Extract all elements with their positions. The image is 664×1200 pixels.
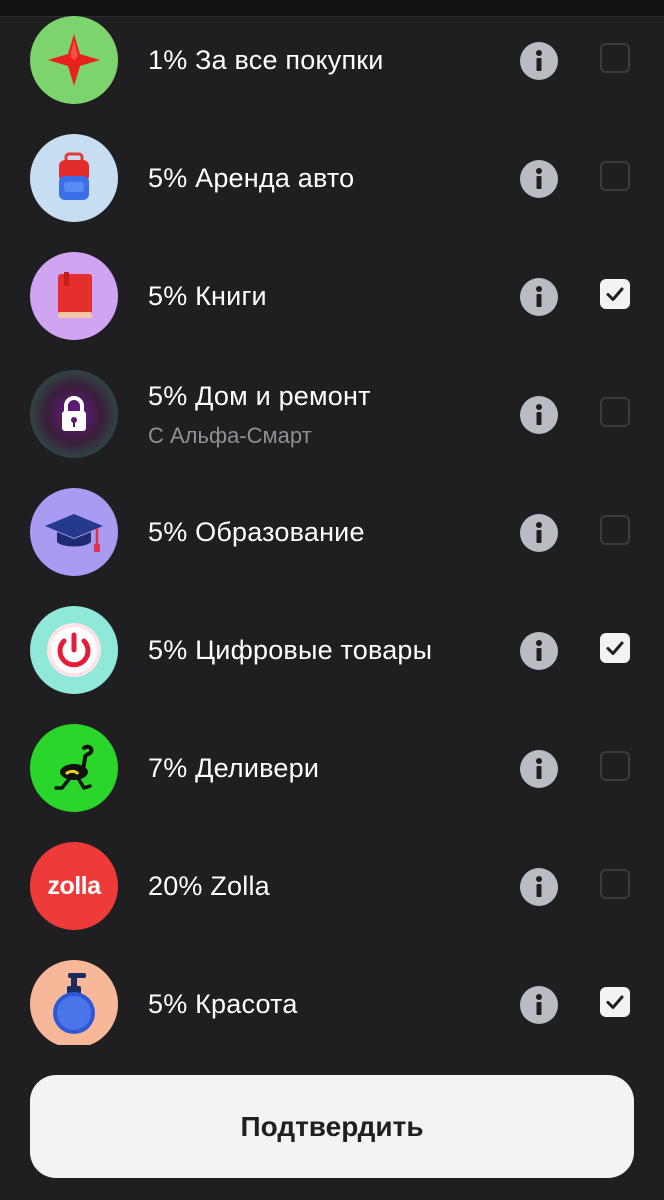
- power-icon: [30, 606, 118, 694]
- book-icon: [30, 252, 118, 340]
- info-icon[interactable]: [520, 160, 558, 198]
- category-checkbox[interactable]: [600, 43, 630, 73]
- category-checkbox[interactable]: [600, 515, 630, 545]
- suitcase-icon: [30, 134, 118, 222]
- item-label: 20% Zolla: [148, 871, 270, 901]
- info-icon[interactable]: [520, 750, 558, 788]
- info-icon[interactable]: [520, 632, 558, 670]
- item-label: 5% Книги: [148, 281, 267, 311]
- list-item[interactable]: 5% Образование: [0, 473, 664, 591]
- zolla-logo-text: zolla: [47, 871, 101, 900]
- info-icon[interactable]: [520, 986, 558, 1024]
- list-item[interactable]: 5% Книги: [0, 237, 664, 355]
- list-item[interactable]: zolla 20% Zolla: [0, 827, 664, 945]
- category-checkbox[interactable]: [600, 279, 630, 309]
- info-icon[interactable]: [520, 42, 558, 80]
- item-label: 5% Образование: [148, 517, 365, 547]
- item-label: 5% Аренда авто: [148, 163, 355, 193]
- item-label: 1% За все покупки: [148, 45, 384, 75]
- item-label: 5% Цифровые товары: [148, 635, 433, 665]
- list-item[interactable]: 5% Дом и ремонт С Альфа-Смарт: [0, 355, 664, 473]
- cashback-category-list: 1% За все покупки 5% Аренда авто 5% Книг…: [0, 0, 664, 1045]
- info-icon[interactable]: [520, 396, 558, 434]
- info-icon[interactable]: [520, 868, 558, 906]
- list-item[interactable]: 5% Аренда авто: [0, 119, 664, 237]
- list-item[interactable]: 5% Цифровые товары: [0, 591, 664, 709]
- list-item[interactable]: 7% Деливери: [0, 709, 664, 827]
- confirm-button[interactable]: Подтвердить: [30, 1075, 634, 1178]
- item-sublabel: С Альфа-Смарт: [148, 423, 312, 448]
- item-label: 5% Красота: [148, 989, 298, 1019]
- red-star-icon: [30, 16, 118, 104]
- category-checkbox[interactable]: [600, 633, 630, 663]
- category-checkbox[interactable]: [600, 161, 630, 191]
- soap-bottle-icon: [30, 960, 118, 1045]
- category-checkbox[interactable]: [600, 751, 630, 781]
- item-label: 7% Деливери: [148, 753, 320, 783]
- zolla-logo-icon: zolla: [30, 842, 118, 930]
- lock-icon: [30, 370, 118, 458]
- list-item[interactable]: 1% За все покупки: [0, 1, 664, 119]
- item-label: 5% Дом и ремонт: [148, 381, 371, 411]
- category-checkbox[interactable]: [600, 987, 630, 1017]
- category-checkbox[interactable]: [600, 397, 630, 427]
- category-checkbox[interactable]: [600, 869, 630, 899]
- ostrich-icon: [30, 724, 118, 812]
- info-icon[interactable]: [520, 514, 558, 552]
- graduation-cap-icon: [30, 488, 118, 576]
- info-icon[interactable]: [520, 278, 558, 316]
- list-item[interactable]: 5% Красота: [0, 945, 664, 1045]
